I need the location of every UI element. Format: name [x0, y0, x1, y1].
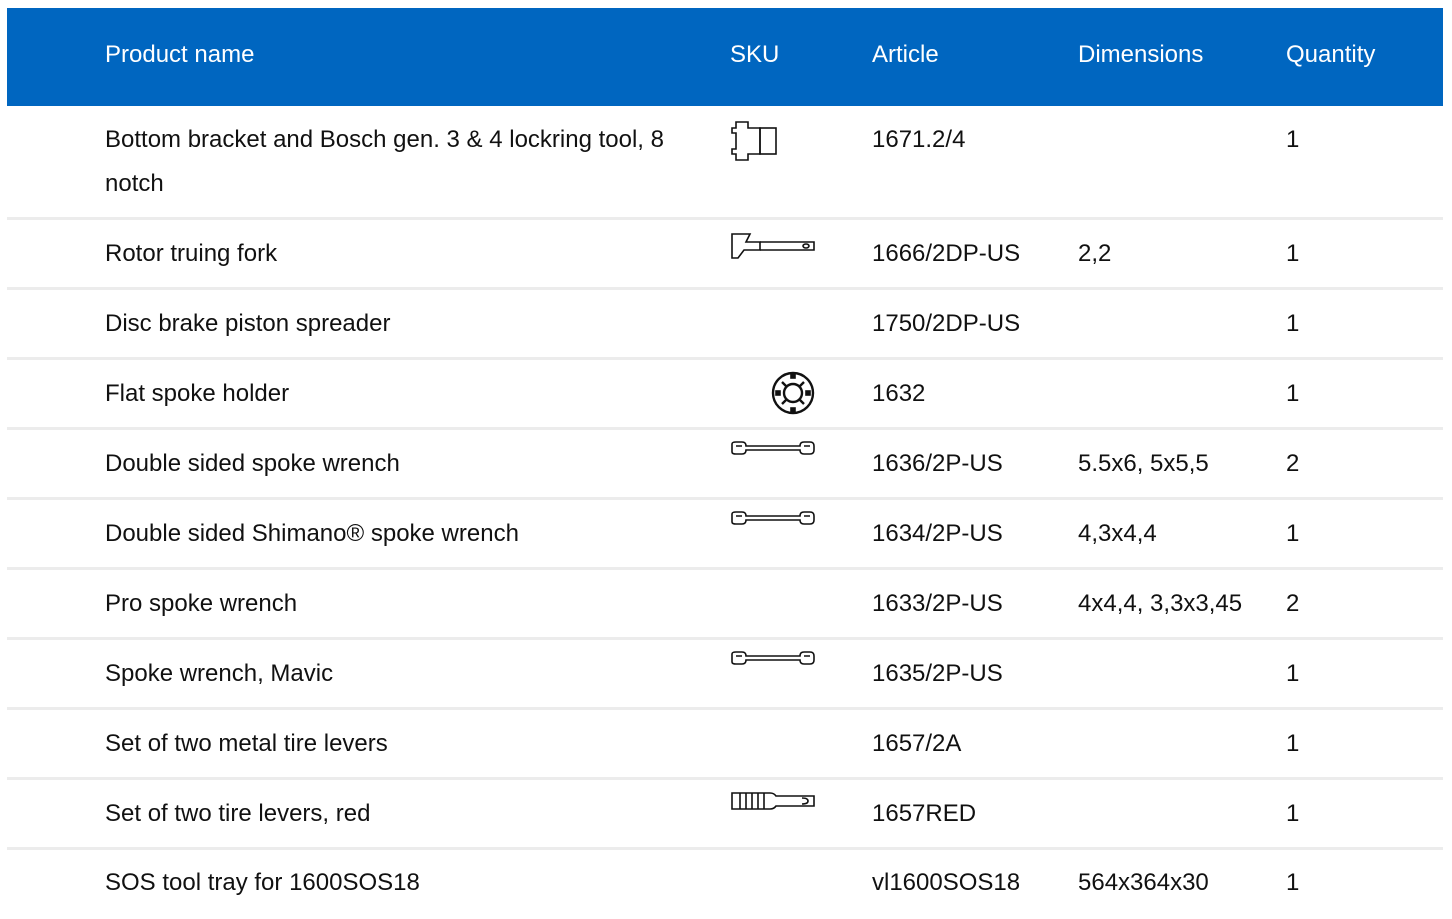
- dimensions: 4,3x4,4: [1078, 520, 1157, 547]
- product-name[interactable]: Double sided spoke wrench: [105, 442, 400, 486]
- quantity: 1: [1286, 869, 1300, 896]
- table-row: Flat spoke holder 1632 1: [7, 360, 1443, 430]
- article: 1636/2P-US: [872, 450, 1003, 477]
- header-product-name[interactable]: Product name: [105, 39, 254, 71]
- spoke-wrench-icon: [730, 440, 816, 456]
- product-name[interactable]: Set of two metal tire levers: [105, 722, 388, 766]
- dimensions: 2,2: [1078, 240, 1112, 267]
- product-name[interactable]: Double sided Shimano® spoke wrench: [105, 512, 519, 556]
- article: 1657/2A: [872, 730, 962, 757]
- table-row: Set of two tire levers, red 1657RED 1: [7, 780, 1443, 850]
- product-name[interactable]: Flat spoke holder: [105, 372, 289, 416]
- article: 1666/2DP-US: [872, 240, 1021, 267]
- article: 1633/2P-US: [872, 590, 1003, 617]
- header-quantity[interactable]: Quantity: [1286, 39, 1375, 71]
- article: 1671.2/4: [872, 126, 966, 153]
- table-row: Disc brake piston spreader 1750/2DP-US 1: [7, 290, 1443, 360]
- header-dimensions[interactable]: Dimensions: [1078, 39, 1203, 71]
- article: 1632: [872, 380, 926, 407]
- table-header: Product name SKU Article Dimensions Quan…: [7, 8, 1443, 106]
- tire-lever-icon: [730, 790, 816, 812]
- quantity: 1: [1286, 800, 1300, 827]
- product-name[interactable]: Pro spoke wrench: [105, 582, 297, 626]
- article: vl1600SOS18: [872, 869, 1021, 896]
- lockring-tool-icon: [730, 120, 816, 162]
- quantity: 1: [1286, 730, 1300, 757]
- quantity: 1: [1286, 240, 1300, 267]
- dimensions: 564x364x30: [1078, 869, 1209, 896]
- quantity: 1: [1286, 380, 1300, 407]
- product-name[interactable]: SOS tool tray for 1600SOS18: [105, 861, 420, 905]
- header-sku[interactable]: SKU: [730, 39, 779, 71]
- table-row: SOS tool tray for 1600SOS18 vl1600SOS18 …: [7, 850, 1443, 917]
- quantity: 1: [1286, 310, 1300, 337]
- table-row: Rotor truing fork 1666/2DP-US 2,2 1: [7, 220, 1443, 290]
- table-row: Bottom bracket and Bosch gen. 3 & 4 lock…: [7, 106, 1443, 220]
- spoke-holder-icon: [730, 370, 816, 416]
- quantity: 1: [1286, 520, 1300, 547]
- table-row: Set of two metal tire levers 1657/2A 1: [7, 710, 1443, 780]
- product-name[interactable]: Set of two tire levers, red: [105, 792, 370, 836]
- quantity: 2: [1286, 590, 1300, 617]
- article: 1750/2DP-US: [872, 310, 1021, 337]
- rotor-fork-icon: [730, 232, 816, 260]
- dimensions: 4x4,4, 3,3x3,45: [1078, 590, 1243, 617]
- product-table: Product name SKU Article Dimensions Quan…: [7, 8, 1443, 917]
- article: 1635/2P-US: [872, 660, 1003, 687]
- table-row: Pro spoke wrench 1633/2P-US 4x4,4, 3,3x3…: [7, 570, 1443, 640]
- quantity: 1: [1286, 126, 1300, 153]
- article: 1634/2P-US: [872, 520, 1003, 547]
- product-name[interactable]: Disc brake piston spreader: [105, 302, 390, 346]
- product-name[interactable]: Bottom bracket and Bosch gen. 3 & 4 lock…: [105, 118, 685, 206]
- dimensions: 5.5x6, 5x5,5: [1078, 450, 1209, 477]
- quantity: 1: [1286, 660, 1300, 687]
- header-article[interactable]: Article: [872, 39, 939, 71]
- product-name[interactable]: Rotor truing fork: [105, 232, 277, 276]
- product-name[interactable]: Spoke wrench, Mavic: [105, 652, 333, 696]
- table-row: Double sided Shimano® spoke wrench 1634/…: [7, 500, 1443, 570]
- spoke-wrench-icon: [730, 650, 816, 666]
- spoke-wrench-icon: [730, 510, 816, 526]
- table-row: Spoke wrench, Mavic 1635/2P-US 1: [7, 640, 1443, 710]
- article: 1657RED: [872, 800, 977, 827]
- table-row: Double sided spoke wrench 1636/2P-US 5.5…: [7, 430, 1443, 500]
- quantity: 2: [1286, 450, 1300, 477]
